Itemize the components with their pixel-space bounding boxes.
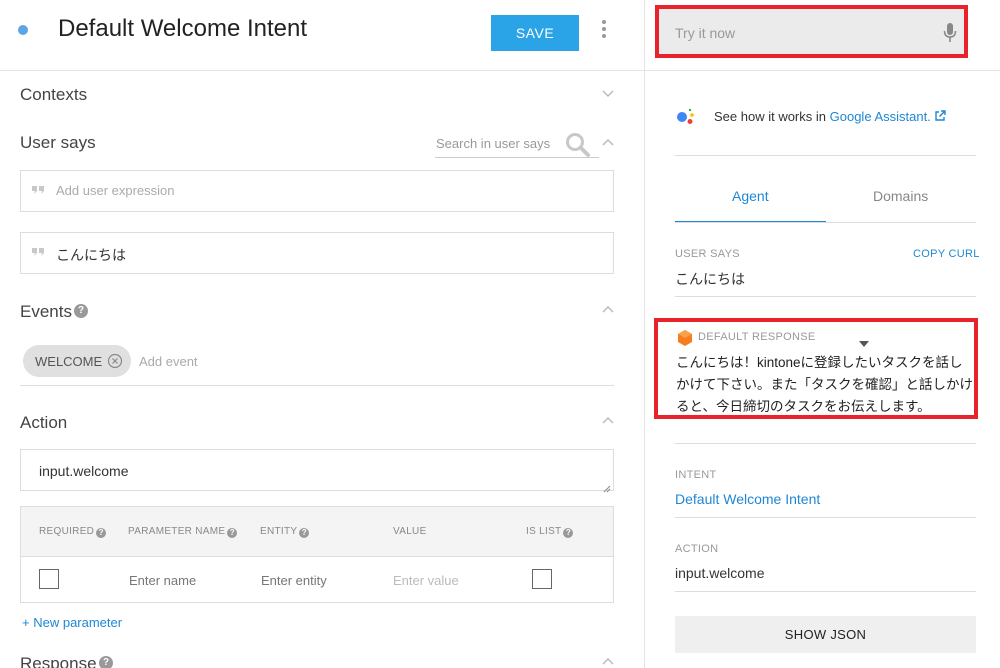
chevron-up-icon[interactable] <box>601 136 615 150</box>
event-chip-welcome[interactable]: WELCOME <box>23 345 131 377</box>
intent-editor-panel: Default Welcome Intent SAVE Contexts Use… <box>0 0 645 668</box>
user-says-title: User says <box>20 133 96 152</box>
intent-label: INTENT <box>675 469 717 481</box>
add-user-expression-placeholder: Add user expression <box>56 183 175 198</box>
col-parameter-name: PARAMETER NAME? <box>128 526 238 538</box>
add-user-expression-field[interactable]: Add user expression <box>20 170 614 212</box>
help-icon[interactable]: ? <box>563 528 574 538</box>
value-input[interactable]: Enter value <box>393 573 459 588</box>
default-response-label: DEFAULT RESPONSE <box>698 331 816 343</box>
mic-icon[interactable] <box>943 23 957 43</box>
plus-icon: + <box>22 615 30 630</box>
parameter-name-input[interactable]: Enter name <box>129 573 196 588</box>
search-icon[interactable] <box>565 132 591 158</box>
quote-icon <box>31 245 45 259</box>
event-chip-label: WELCOME <box>35 354 103 369</box>
parameters-table-header: REQUIRED? PARAMETER NAME? ENTITY? VALUE … <box>21 507 613 557</box>
try-it-now-placeholder: Try it now <box>675 25 736 41</box>
parameters-table: REQUIRED? PARAMETER NAME? ENTITY? VALUE … <box>20 506 614 603</box>
default-response-text: こんにちは！kintoneに登録したいタスクを話しかけて下さい。また「タスクを確… <box>676 355 973 414</box>
events-underline <box>20 385 614 386</box>
google-assistant-icon <box>675 106 697 128</box>
help-icon[interactable]: ? <box>99 656 113 668</box>
action-value: input.welcome <box>675 565 765 581</box>
intent-status-dot <box>18 25 28 35</box>
intent-header: Default Welcome Intent SAVE <box>0 0 644 71</box>
required-checkbox[interactable] <box>39 569 59 589</box>
help-icon[interactable]: ? <box>299 528 310 538</box>
copy-curl-link[interactable]: COPY CURL <box>913 248 980 260</box>
contexts-title[interactable]: Contexts <box>20 85 87 105</box>
action-name-field[interactable]: input.welcome <box>20 449 614 493</box>
response-hexagon-icon <box>678 330 692 346</box>
matched-intent-link[interactable]: Default Welcome Intent <box>675 491 820 507</box>
external-link-icon[interactable] <box>934 110 946 122</box>
action-label: ACTION <box>675 543 719 555</box>
divider <box>675 591 976 592</box>
add-event-input[interactable]: Add event <box>139 354 198 369</box>
events-title: Events <box>20 302 72 321</box>
divider <box>675 155 976 156</box>
user-says-label: USER SAYS <box>675 248 740 260</box>
intent-title[interactable]: Default Welcome Intent <box>58 15 307 43</box>
resize-grip-icon[interactable] <box>603 480 611 493</box>
col-is-list: IS LIST? <box>526 526 574 538</box>
divider <box>645 70 1000 71</box>
chevron-down-icon[interactable] <box>601 86 615 100</box>
divider <box>675 296 976 297</box>
default-response-box: DEFAULT RESPONSE こんにちは！kintoneに登録したいタスクを… <box>654 318 978 419</box>
help-icon[interactable]: ? <box>96 528 107 538</box>
user-expression-row[interactable]: こんにちは <box>20 232 614 274</box>
tab-domains[interactable]: Domains <box>873 188 928 204</box>
new-parameter-link[interactable]: + New parameter <box>22 615 122 630</box>
user-says-value: こんにちは <box>675 271 745 287</box>
dropdown-caret-icon[interactable] <box>859 334 869 347</box>
chevron-up-icon[interactable] <box>601 414 615 428</box>
show-json-button[interactable]: SHOW JSON <box>675 616 976 653</box>
quote-icon <box>31 183 45 197</box>
action-title: Action <box>20 413 68 432</box>
help-icon[interactable]: ? <box>74 304 88 318</box>
col-entity: ENTITY? <box>260 526 310 538</box>
kebab-menu-icon[interactable] <box>598 20 610 42</box>
user-says-search-input[interactable]: Search in user says <box>436 136 550 151</box>
chevron-up-icon[interactable] <box>601 303 615 317</box>
help-icon[interactable]: ? <box>227 528 238 538</box>
google-assistant-promo: See how it works in Google Assistant. <box>714 109 946 124</box>
tab-agent[interactable]: Agent <box>732 188 769 204</box>
divider <box>675 517 976 518</box>
test-console-panel: Try it now See how it works in Google As… <box>645 0 1000 668</box>
entity-input[interactable]: Enter entity <box>261 573 327 588</box>
save-button[interactable]: SAVE <box>491 15 579 51</box>
action-name-value[interactable]: input.welcome <box>39 463 129 479</box>
is-list-checkbox[interactable] <box>532 569 552 589</box>
divider <box>675 443 976 444</box>
try-it-now-input[interactable]: Try it now <box>655 5 968 58</box>
user-expression-text[interactable]: こんにちは <box>56 245 126 265</box>
chevron-up-icon[interactable] <box>601 655 615 668</box>
google-assistant-link[interactable]: Google Assistant. <box>830 109 931 124</box>
close-circle-icon[interactable] <box>107 353 123 369</box>
divider <box>675 222 976 223</box>
col-value: VALUE <box>393 526 427 537</box>
response-title: Response <box>20 654 97 668</box>
col-required: REQUIRED? <box>39 526 107 538</box>
